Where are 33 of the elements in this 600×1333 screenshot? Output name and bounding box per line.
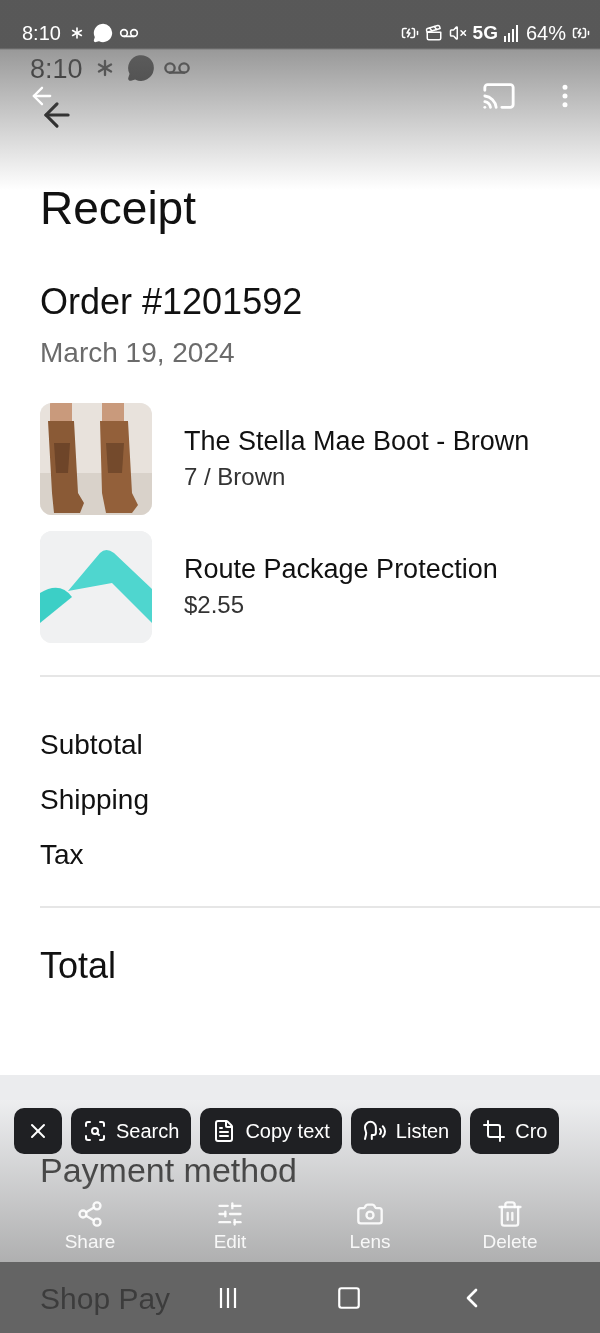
order-number: Order #1201592 <box>40 280 304 324</box>
share-icon <box>76 1200 104 1228</box>
item-name: The Stella Mae Boot - Brown <box>184 425 530 458</box>
crop-icon <box>482 1119 507 1143</box>
status-time: 8:10 <box>30 54 83 84</box>
close-button[interactable] <box>14 1108 62 1154</box>
summary-label: Tax <box>40 838 85 872</box>
item-detail: $2.55 <box>184 590 246 620</box>
network-type: 5G <box>472 22 498 44</box>
search-icon <box>83 1119 107 1143</box>
speaking-person-icon <box>362 1119 387 1143</box>
mute-icon <box>448 24 467 42</box>
quick-action-chip[interactable]: Search <box>71 1108 192 1154</box>
home-icon[interactable] <box>335 1284 362 1311</box>
status-time: 8:10 <box>22 21 61 45</box>
total-label: Total <box>40 944 118 988</box>
chat-icon <box>126 54 155 82</box>
clapperboard-icon <box>424 24 443 42</box>
battery-level: 64% <box>525 21 566 45</box>
item-name: Route Package Protection <box>184 553 498 586</box>
payment-heading: Payment method <box>40 1151 298 1189</box>
signal-icon <box>503 24 520 42</box>
trash-icon <box>496 1200 524 1228</box>
quick-action-chip[interactable]: Listen <box>350 1108 462 1154</box>
quick-action-chip[interactable]: Copy text <box>200 1108 342 1154</box>
summary-label: Shipping <box>40 783 150 817</box>
item-detail: 7 / Brown <box>184 462 287 492</box>
chat-icon <box>92 23 113 43</box>
page-title: Receipt <box>40 181 197 236</box>
sliders-icon <box>216 1200 244 1228</box>
order-date: March 19, 2024 <box>40 336 236 370</box>
summary-label: Subtotal <box>40 728 144 762</box>
quick-action-chip[interactable]: Cro <box>470 1108 560 1154</box>
